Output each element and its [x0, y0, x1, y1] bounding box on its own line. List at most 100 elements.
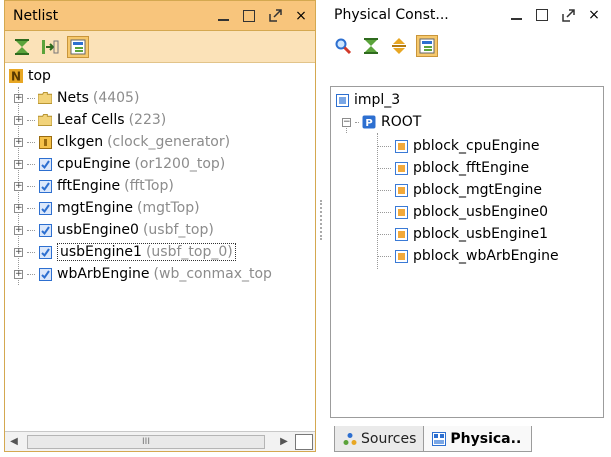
tab-physical-constraints[interactable]: Physica..: [423, 426, 533, 452]
pblock-label: pblock_usbEngine0: [413, 204, 548, 220]
tree-item-cpuengine[interactable]: + cpuEngine (or1200_top): [14, 153, 225, 175]
float-button[interactable]: [267, 8, 283, 24]
netlist-root-icon: N: [9, 69, 23, 83]
collapse-all-icon: [364, 38, 378, 54]
tree-item-fftengine[interactable]: + fftEngine (fftTop): [14, 175, 174, 197]
tree-group-root[interactable]: − P ROOT: [342, 111, 421, 133]
tree-item-wbarbengine[interactable]: + wbArbEngine (wb_conmax_top: [14, 263, 272, 285]
tree-item-label: clkgen: [57, 134, 104, 150]
pblock-label: pblock_usbEngine1: [413, 226, 548, 242]
expand-toggle[interactable]: +: [14, 93, 23, 103]
float-icon: [561, 8, 575, 22]
pblock-icon: [394, 249, 408, 263]
sources-icon: [343, 432, 357, 446]
collapse-toggle[interactable]: −: [342, 117, 351, 127]
collapse-all-button[interactable]: [11, 36, 33, 58]
tree-item-label: wbArbEngine: [57, 266, 150, 282]
tree-item-detail: (fftTop): [124, 178, 174, 194]
expand-toggle[interactable]: +: [14, 159, 23, 169]
tree-item-label: cpuEngine: [57, 156, 131, 172]
hier-cell-icon: [38, 157, 52, 171]
scroll-track[interactable]: III: [23, 434, 275, 450]
tree-item-label: Nets: [57, 90, 89, 106]
netlist-title: Netlist: [13, 7, 59, 24]
scroll-right-button[interactable]: ▶: [275, 433, 293, 451]
hierarchy-icon: [70, 39, 86, 54]
close-button[interactable]: ×: [293, 8, 309, 24]
pblock-label: pblock_fftEngine: [413, 160, 530, 176]
tree-item-detail: (clock_generator): [107, 134, 231, 150]
expand-toggle[interactable]: +: [14, 181, 23, 191]
tree-root[interactable]: impl_3: [335, 89, 400, 111]
collapse-all-icon: [15, 38, 29, 55]
tree-item-label: usbEngine0: [57, 222, 139, 238]
svg-text:P: P: [365, 118, 372, 129]
hierarchy-icon: [419, 38, 435, 54]
expand-toggle[interactable]: +: [14, 247, 23, 257]
tree-item-detail: (mgtTop): [137, 200, 200, 216]
scroll-left-button[interactable]: ◀: [5, 433, 23, 451]
netlist-toolbar: [5, 31, 315, 63]
pblock-icon: [394, 227, 408, 241]
tree-item-detail: (usbf_top_0): [145, 244, 233, 260]
physical-title: Physical Const...: [334, 7, 449, 23]
search-button[interactable]: [332, 35, 354, 57]
search-icon: [335, 38, 352, 55]
tree-item-label: mgtEngine: [57, 200, 133, 216]
pblock-item[interactable]: pblock_usbEngine1: [377, 223, 548, 245]
pblock-item[interactable]: pblock_wbArbEngine: [377, 245, 559, 267]
tree-item-label: Leaf Cells: [57, 112, 125, 128]
scroll-thumb[interactable]: III: [27, 434, 265, 449]
tree-group-label: ROOT: [381, 114, 422, 130]
expand-toggle[interactable]: +: [14, 137, 23, 147]
tree-item-usbengine1[interactable]: + usbEngine1 (usbf_top_0): [14, 241, 236, 263]
collapse-all-button[interactable]: [360, 35, 382, 57]
tree-item-nets[interactable]: + Nets (4405): [14, 87, 139, 109]
minimize-button[interactable]: [215, 8, 231, 24]
maximize-button[interactable]: [534, 7, 550, 23]
pblock-icon: [394, 139, 408, 153]
tab-label: Physica..: [450, 430, 522, 447]
physical-toolbar: [326, 30, 608, 62]
expand-all-button[interactable]: [39, 36, 61, 58]
expand-toggle[interactable]: +: [14, 269, 23, 279]
tree-item-usbengine0[interactable]: + usbEngine0 (usbf_top): [14, 219, 214, 241]
tree-item-clkgen[interactable]: + clkgen (clock_generator): [14, 131, 230, 153]
tree-root-label: top: [28, 68, 51, 84]
tree-item-detail: (wb_conmax_top: [153, 266, 272, 282]
horizontal-scrollbar[interactable]: ◀ III ▶: [5, 431, 315, 451]
cell-icon: [38, 135, 52, 149]
tree-item-detail: (or1200_top): [134, 156, 226, 172]
scroll-grip: III: [142, 436, 150, 447]
tab-sources[interactable]: Sources: [334, 426, 428, 452]
show-hierarchy-toggle[interactable]: [416, 35, 438, 57]
minimize-button[interactable]: [508, 7, 524, 23]
tree-item-leaf-cells[interactable]: + Leaf Cells (223): [14, 109, 166, 131]
hier-cell-icon: [38, 223, 52, 237]
pblock-item[interactable]: pblock_mgtEngine: [377, 179, 542, 201]
pblock-label: pblock_mgtEngine: [413, 182, 543, 198]
maximize-button[interactable]: [241, 8, 257, 24]
tree-item-mgtengine[interactable]: + mgtEngine (mgtTop): [14, 197, 200, 219]
pblock-item[interactable]: pblock_fftEngine: [377, 157, 529, 179]
corner-button[interactable]: [295, 433, 313, 450]
pblock-item[interactable]: pblock_cpuEngine: [377, 135, 539, 157]
pblock-item[interactable]: pblock_usbEngine0: [377, 201, 548, 223]
folder-icon: [38, 91, 52, 105]
expand-toggle[interactable]: +: [14, 115, 23, 125]
expand-toggle[interactable]: +: [14, 203, 23, 213]
show-hierarchy-toggle[interactable]: [67, 35, 89, 58]
pblock-root-icon: P: [362, 115, 376, 129]
expand-all-button[interactable]: [388, 35, 410, 57]
folder-icon: [38, 113, 52, 127]
panel-splitter[interactable]: [320, 200, 322, 240]
expand-toggle[interactable]: +: [14, 225, 23, 235]
tab-label: Sources: [361, 430, 417, 447]
float-button[interactable]: [560, 7, 576, 23]
tree-root[interactable]: N top: [9, 65, 51, 87]
design-icon: [335, 93, 349, 107]
close-button[interactable]: ×: [586, 7, 602, 23]
physical-tree: impl_3 − P ROOT pblock_cpuEngine pblock_…: [330, 86, 604, 418]
svg-text:N: N: [11, 70, 21, 84]
tree-item-label: fftEngine: [57, 178, 121, 194]
